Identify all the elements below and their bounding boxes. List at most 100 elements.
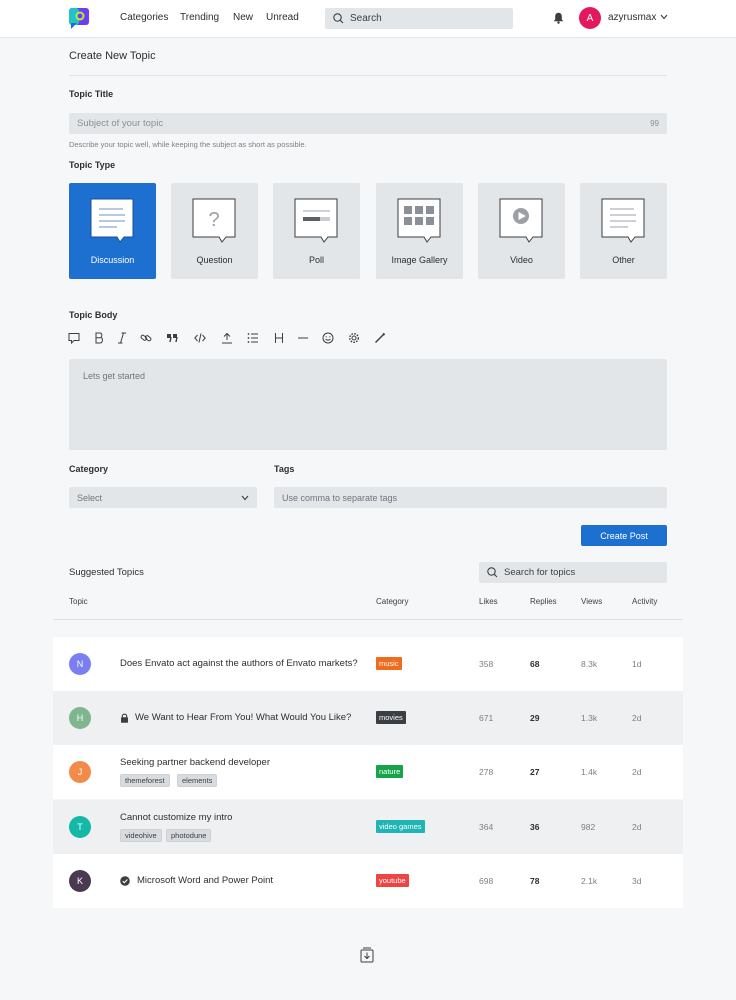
likes-count: 671 <box>479 713 494 723</box>
code-icon[interactable] <box>194 332 206 344</box>
replies-count: 78 <box>530 876 540 886</box>
category-badge[interactable]: youtube <box>376 874 409 887</box>
type-image-gallery[interactable]: Image Gallery <box>376 183 463 279</box>
tag-chip[interactable]: themeforest <box>120 774 170 787</box>
lock-icon <box>121 713 128 723</box>
suggested-topics-title: Suggested Topics <box>69 567 144 578</box>
title-hint: Describe your topic well, while keeping … <box>69 140 307 149</box>
activity-time: 2d <box>632 767 642 777</box>
quote-icon[interactable] <box>166 332 178 344</box>
views-count: 982 <box>581 822 596 832</box>
nav-new[interactable]: New <box>233 12 253 23</box>
topic-body-input[interactable] <box>83 371 653 441</box>
chevron-down-icon <box>241 495 249 501</box>
type-label: Image Gallery <box>391 255 448 265</box>
tag-chip[interactable]: elements <box>177 774 218 787</box>
column-header-category[interactable]: Category <box>376 597 408 606</box>
column-header-activity[interactable]: Activity <box>632 597 657 606</box>
type-other[interactable]: Other <box>580 183 667 279</box>
type-poll[interactable]: Poll <box>273 183 360 279</box>
header-search <box>325 8 513 29</box>
column-header-topic[interactable]: Topic <box>69 597 88 606</box>
list-icon[interactable] <box>247 332 259 344</box>
image-gallery-icon <box>397 198 441 243</box>
download-archive-icon[interactable] <box>360 947 374 963</box>
comment-icon[interactable] <box>68 332 80 344</box>
nav-categories[interactable]: Categories <box>120 12 168 23</box>
question-icon: ? <box>192 198 236 243</box>
table-row[interactable]: N Does Envato act against the authors of… <box>53 637 683 691</box>
table-row[interactable]: H We Want to Hear From You! What Would Y… <box>53 691 683 745</box>
bell-icon[interactable] <box>553 12 564 24</box>
category-select[interactable]: Select <box>69 487 257 508</box>
check-circle-icon <box>120 876 130 886</box>
type-video[interactable]: Video <box>478 183 565 279</box>
type-question[interactable]: ? Question <box>171 183 258 279</box>
char-count: 99 <box>650 119 659 128</box>
emoji-icon[interactable] <box>322 332 334 344</box>
topic-title[interactable]: Cannot customize my intro <box>120 812 232 823</box>
settings-icon[interactable] <box>348 332 360 344</box>
username[interactable]: azyrusmax <box>608 12 656 23</box>
topic-title[interactable]: We Want to Hear From You! What Would You… <box>135 712 351 723</box>
avatar[interactable]: J <box>69 761 91 783</box>
avatar[interactable]: T <box>69 816 91 838</box>
topic-body-field <box>69 359 667 450</box>
category-badge[interactable]: nature <box>376 765 404 778</box>
likes-count: 278 <box>479 767 494 777</box>
views-count: 1.4k <box>581 767 598 777</box>
type-label: Question <box>196 255 233 265</box>
type-discussion[interactable]: Discussion <box>69 183 156 279</box>
avatar[interactable]: H <box>69 707 91 729</box>
heading-icon[interactable] <box>273 332 285 344</box>
type-label: Video <box>510 255 533 265</box>
table-row[interactable]: J Seeking partner backend developer them… <box>53 745 683 799</box>
topic-title[interactable]: Does Envato act against the authors of E… <box>120 658 358 669</box>
tag-chip[interactable]: photodune <box>166 829 212 842</box>
likes-count: 698 <box>479 876 494 886</box>
topic-title[interactable]: Microsoft Word and Power Point <box>137 875 273 886</box>
type-label: Poll <box>308 255 324 265</box>
header-search-input[interactable] <box>350 8 505 29</box>
activity-time: 2d <box>632 822 642 832</box>
horizontal-rule-icon[interactable] <box>297 332 309 344</box>
category-badge[interactable]: movies <box>376 711 406 724</box>
topic-search-input[interactable] <box>504 562 659 583</box>
likes-count: 364 <box>479 822 494 832</box>
topic-title-label: Topic Title <box>69 89 114 99</box>
nav-trending[interactable]: Trending <box>180 12 219 23</box>
bold-icon[interactable] <box>93 332 105 344</box>
category-badge[interactable]: music <box>376 657 402 670</box>
views-count: 1.3k <box>581 713 598 723</box>
pen-icon[interactable] <box>374 332 386 344</box>
activity-time: 1d <box>632 659 642 669</box>
views-count: 8.3k <box>581 659 598 669</box>
tag-chip[interactable]: videohive <box>120 829 162 842</box>
replies-count: 36 <box>530 822 540 832</box>
topic-title-input[interactable] <box>77 113 637 134</box>
avatar[interactable]: N <box>69 653 91 675</box>
table-row[interactable]: K Microsoft Word and Power Point youtube… <box>53 854 683 908</box>
column-header-replies[interactable]: Replies <box>530 597 557 606</box>
link-icon[interactable] <box>140 332 152 344</box>
chevron-down-icon[interactable] <box>660 14 668 20</box>
logo-icon[interactable] <box>69 8 89 29</box>
video-icon <box>499 198 543 243</box>
tags-input[interactable] <box>282 487 657 508</box>
column-header-likes[interactable]: Likes <box>479 597 498 606</box>
replies-count: 29 <box>530 713 540 723</box>
topic-title-field: 99 <box>69 113 667 134</box>
table-row[interactable]: T Cannot customize my intro videohive ph… <box>53 800 683 854</box>
italic-icon[interactable] <box>116 332 128 344</box>
type-label: Discussion <box>90 255 135 265</box>
avatar[interactable]: K <box>69 870 91 892</box>
upload-icon[interactable] <box>221 332 233 344</box>
nav-unread[interactable]: Unread <box>266 12 299 23</box>
search-icon <box>333 13 344 24</box>
category-badge[interactable]: video games <box>376 820 425 833</box>
create-post-button[interactable]: Create Post <box>581 525 667 546</box>
column-header-views[interactable]: Views <box>581 597 602 606</box>
user-avatar[interactable]: A <box>579 7 601 29</box>
activity-time: 2d <box>632 713 642 723</box>
topic-title[interactable]: Seeking partner backend developer <box>120 757 270 768</box>
